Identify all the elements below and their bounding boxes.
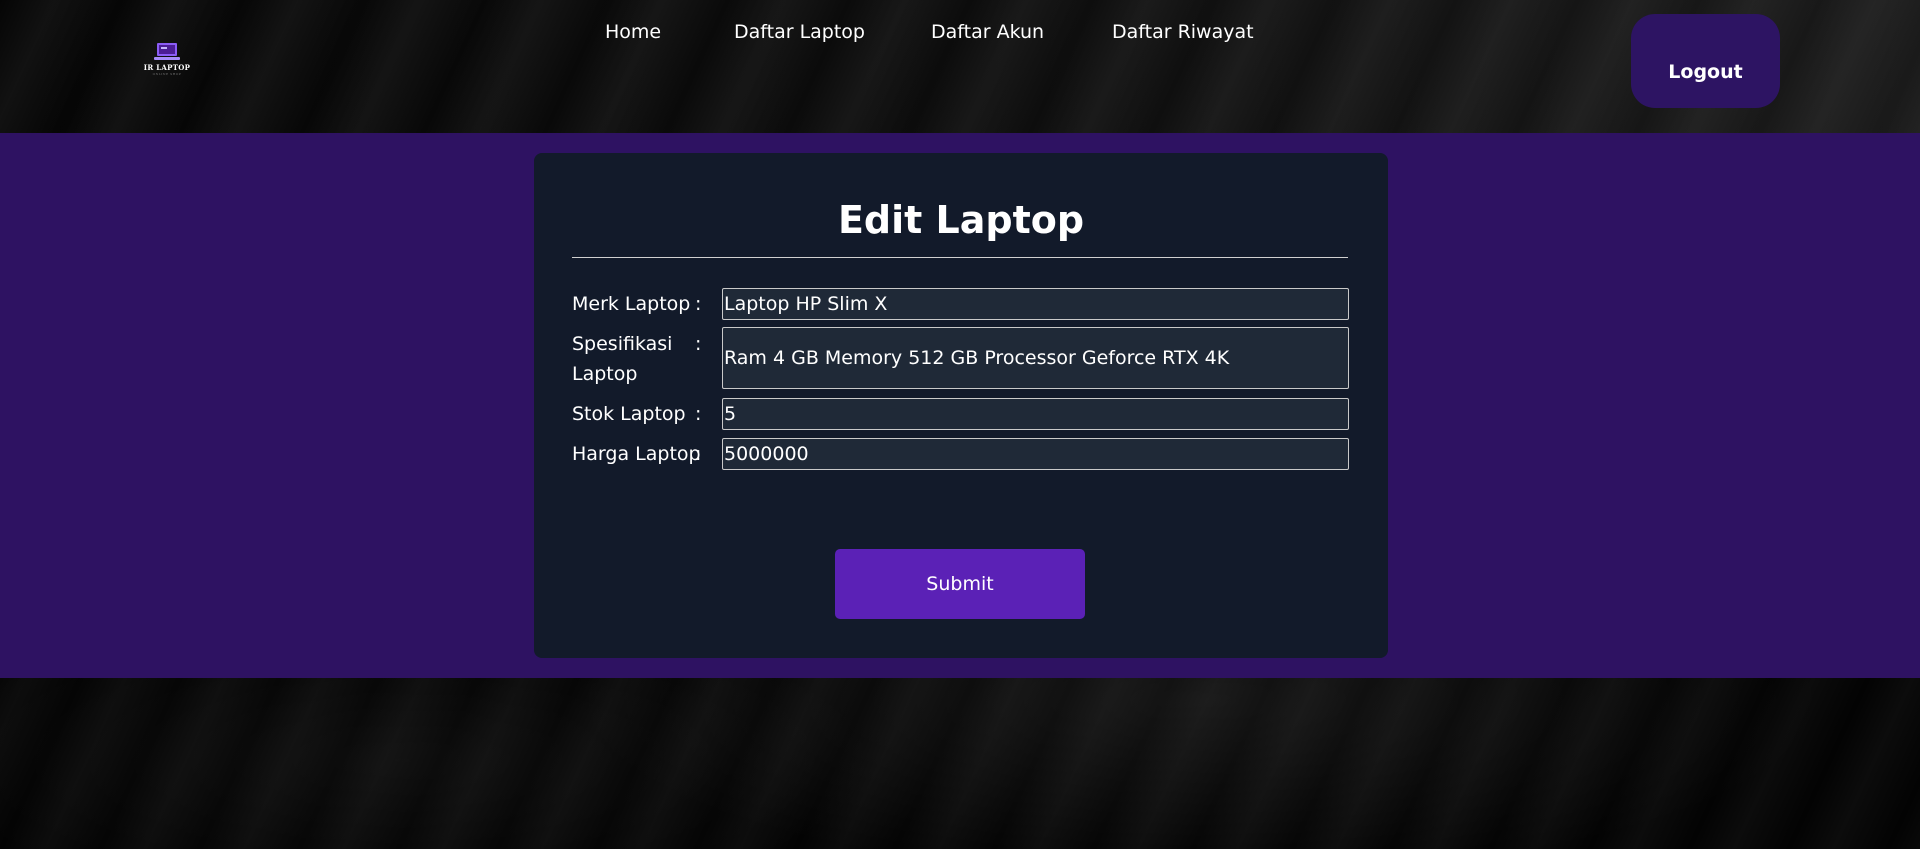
label-merk-laptop: Merk Laptop [572, 293, 691, 315]
nav-daftar-laptop[interactable]: Daftar Laptop [734, 19, 865, 45]
page: IR LAPTOP ONLINE SHOP Home Daftar Laptop… [0, 0, 1920, 849]
label-harga-laptop: Harga Laptop [572, 443, 701, 465]
form-title: Edit Laptop [837, 198, 1085, 242]
stok-laptop-input[interactable] [722, 398, 1349, 430]
logo-text: IR LAPTOP [143, 63, 191, 72]
label-stok-laptop: Stok Laptop [572, 403, 686, 425]
spesifikasi-laptop-input[interactable] [722, 327, 1349, 389]
title-divider [572, 257, 1348, 258]
label-spesifikasi-laptop: Spesifikasi Laptop [572, 333, 673, 385]
merk-laptop-input[interactable] [722, 288, 1349, 320]
laptop-icon [154, 43, 180, 60]
colon-merk-laptop: : [695, 293, 702, 315]
edit-laptop-form: Edit Laptop Merk Laptop : Spesifikasi La… [534, 153, 1388, 658]
logout-button[interactable]: Logout [1631, 14, 1780, 108]
header: IR LAPTOP ONLINE SHOP Home Daftar Laptop… [0, 0, 1920, 133]
harga-laptop-input[interactable] [722, 438, 1349, 470]
nav-home[interactable]: Home [605, 19, 661, 45]
nav-daftar-akun[interactable]: Daftar Akun [931, 19, 1044, 45]
brand-logo[interactable]: IR LAPTOP ONLINE SHOP [142, 42, 192, 78]
colon-spesifikasi-laptop: : [695, 333, 702, 355]
nav-daftar-riwayat[interactable]: Daftar Riwayat [1112, 19, 1254, 45]
logo-subtext: ONLINE SHOP [152, 72, 182, 76]
colon-stok-laptop: : [695, 403, 702, 425]
submit-button[interactable]: Submit [835, 549, 1085, 619]
colon-harga-laptop: : [695, 443, 702, 465]
